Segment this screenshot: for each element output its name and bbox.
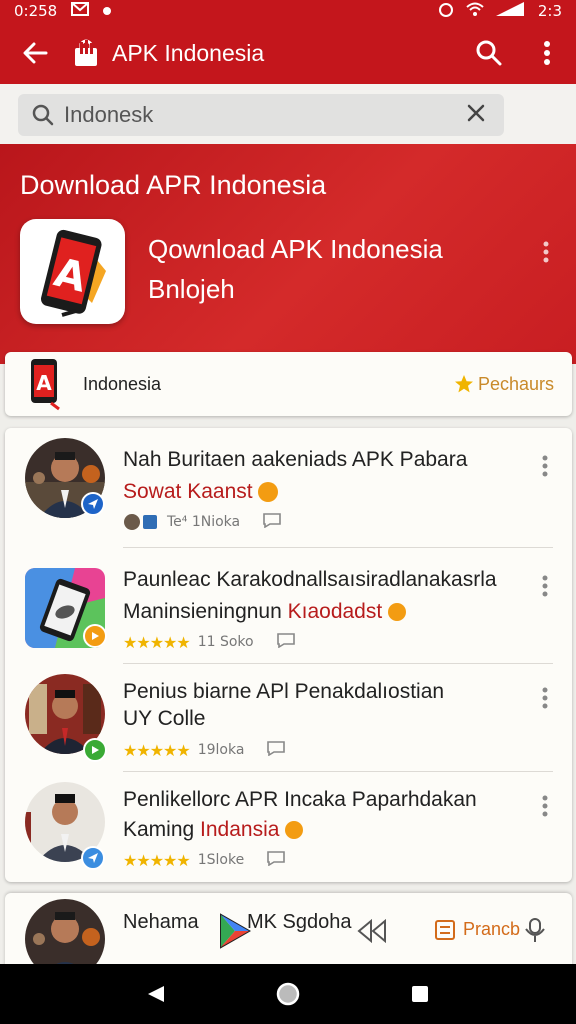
more-vertical-icon bbox=[542, 455, 548, 477]
item-title: Paunleac Karakodnallsaısiradlanakasrla bbox=[123, 568, 497, 591]
more-vertical-icon bbox=[542, 575, 548, 597]
rating-stars-icon: ★★★★★ bbox=[123, 632, 191, 652]
item-title: Nah Buritaen aakeniads APK Pabara bbox=[123, 448, 468, 471]
status-right-text: 2:3 bbox=[537, 2, 562, 20]
notification-dot-icon bbox=[103, 7, 112, 15]
overflow-menu-button[interactable] bbox=[518, 22, 576, 84]
item-menu-button[interactable] bbox=[537, 452, 553, 482]
more-vertical-icon bbox=[542, 687, 548, 709]
arrow-left-icon bbox=[23, 42, 48, 64]
category-label: Indonesia bbox=[83, 373, 162, 394]
svg-text:A: A bbox=[36, 371, 52, 395]
item-meta-text: 1Sloke bbox=[197, 852, 245, 868]
list-item[interactable]: Penlikellorc APR Incaka Paparhdakan Kami… bbox=[5, 772, 572, 882]
list-item[interactable]: Penius biarne APl Penakdalıostian UY Col… bbox=[5, 664, 572, 772]
item-title: Penlikellorc APR Incaka Paparhdakan bbox=[123, 788, 477, 811]
comment-icon bbox=[266, 740, 286, 760]
rating-stars-icon: ★★★★★ bbox=[123, 850, 191, 870]
emoji-icon bbox=[388, 603, 407, 622]
hero-banner: Download APR Indonesia A Qownload APK In… bbox=[0, 144, 576, 364]
bottom-item-mk: MK Sgdoha bbox=[247, 911, 352, 933]
badge-icon bbox=[83, 624, 107, 648]
nav-home-button[interactable] bbox=[263, 969, 313, 1019]
hero-heading: Download APR Indonesia bbox=[20, 170, 327, 200]
purchase-link[interactable]: Pechaurs bbox=[454, 374, 554, 395]
hero-app-subtitle: Bnlojeh bbox=[148, 274, 235, 304]
badge-icon bbox=[83, 738, 107, 762]
list-box-icon bbox=[435, 919, 455, 940]
alarm-icon bbox=[438, 1, 454, 21]
hero-more-button[interactable] bbox=[538, 238, 554, 268]
triangle-back-icon bbox=[148, 986, 164, 1002]
item-meta: ★★★★★ 1Sloke bbox=[123, 850, 286, 870]
comment-icon bbox=[276, 632, 296, 652]
app-title: APK Indonesia bbox=[112, 39, 265, 66]
item-subtitle: Maninsieningnun Kıaodadst bbox=[123, 600, 407, 624]
more-vertical-icon bbox=[542, 795, 548, 817]
item-meta-text: 11 Soko bbox=[197, 634, 254, 650]
system-nav-bar bbox=[0, 964, 576, 1024]
app-list: Nah Buritaen aakeniads APK Pabara Sowat … bbox=[5, 428, 572, 882]
item-meta: Te⁴ 1Nioka bbox=[123, 512, 282, 532]
item-meta-text: Te⁴ 1Nioka bbox=[167, 514, 241, 530]
item-meta: ★★★★★ 19loka bbox=[123, 740, 286, 760]
more-vertical-icon bbox=[544, 41, 550, 65]
emoji-icon bbox=[285, 821, 304, 840]
nav-back-button[interactable] bbox=[131, 969, 181, 1019]
app-icon[interactable]: A bbox=[20, 219, 125, 324]
apk-logo-icon: A bbox=[41, 229, 106, 317]
emoji-icon bbox=[258, 482, 279, 503]
bottom-item-name: Nehama bbox=[123, 911, 199, 933]
item-menu-button[interactable] bbox=[537, 572, 553, 602]
apk-small-icon: A bbox=[31, 359, 60, 411]
mail-icon bbox=[71, 2, 90, 20]
search-bar-area bbox=[0, 84, 576, 144]
item-subtitle: Kaming Indansia bbox=[123, 818, 304, 842]
back-button[interactable] bbox=[0, 22, 70, 84]
status-bar: 0:258 2:3 bbox=[0, 0, 576, 22]
purchase-label: Pechaurs bbox=[477, 373, 554, 394]
search-input[interactable] bbox=[64, 102, 462, 128]
item-menu-button[interactable] bbox=[537, 792, 553, 822]
app-bar: APK Indonesia bbox=[0, 22, 576, 84]
list-item[interactable]: Nah Buritaen aakeniads APK Pabara Sowat … bbox=[5, 428, 572, 546]
shopping-bag-icon bbox=[70, 38, 102, 68]
comment-icon bbox=[262, 512, 282, 532]
users-icon bbox=[123, 513, 159, 531]
search-box[interactable] bbox=[18, 94, 504, 136]
category-card[interactable]: A Indonesia Pechaurs bbox=[5, 352, 572, 416]
item-menu-button[interactable] bbox=[537, 684, 553, 714]
comment-icon bbox=[266, 850, 286, 870]
hero-app-name: Qownload APK Indonesia bbox=[148, 234, 443, 264]
bottom-item-action[interactable]: Prancb bbox=[435, 919, 520, 940]
search-icon bbox=[476, 40, 502, 66]
circle-home-icon bbox=[276, 982, 300, 1006]
item-subtitle: Sowat Kaanst bbox=[123, 480, 279, 504]
badge-icon bbox=[81, 846, 105, 870]
search-button[interactable] bbox=[460, 22, 518, 84]
square-recents-icon bbox=[412, 986, 428, 1002]
item-subtitle: UY Colle bbox=[123, 707, 206, 730]
item-meta-text: 19loka bbox=[197, 742, 245, 758]
status-time: 0:258 bbox=[14, 2, 58, 20]
search-icon bbox=[32, 104, 54, 126]
item-title: Penius biarne APl Penakdalıostian bbox=[123, 680, 445, 703]
microphone-icon[interactable] bbox=[523, 917, 547, 943]
bottom-list-item[interactable]: Nehama MK Sgdoha Prancb bbox=[5, 893, 572, 979]
close-icon bbox=[467, 104, 485, 121]
nav-recents-button[interactable] bbox=[395, 969, 445, 1019]
star-icon bbox=[454, 375, 473, 393]
signal-icon bbox=[495, 2, 526, 20]
clear-search-button[interactable] bbox=[462, 103, 490, 128]
rating-stars-icon: ★★★★★ bbox=[123, 740, 191, 760]
more-vertical-icon bbox=[543, 241, 549, 263]
list-item[interactable]: Paunleac Karakodnallsaısiradlanakasrla M… bbox=[5, 548, 572, 663]
badge-icon bbox=[81, 492, 105, 516]
item-meta: ★★★★★ 11 Soko bbox=[123, 632, 296, 652]
wifi-icon bbox=[466, 2, 484, 20]
rewind-icon[interactable] bbox=[357, 919, 387, 943]
